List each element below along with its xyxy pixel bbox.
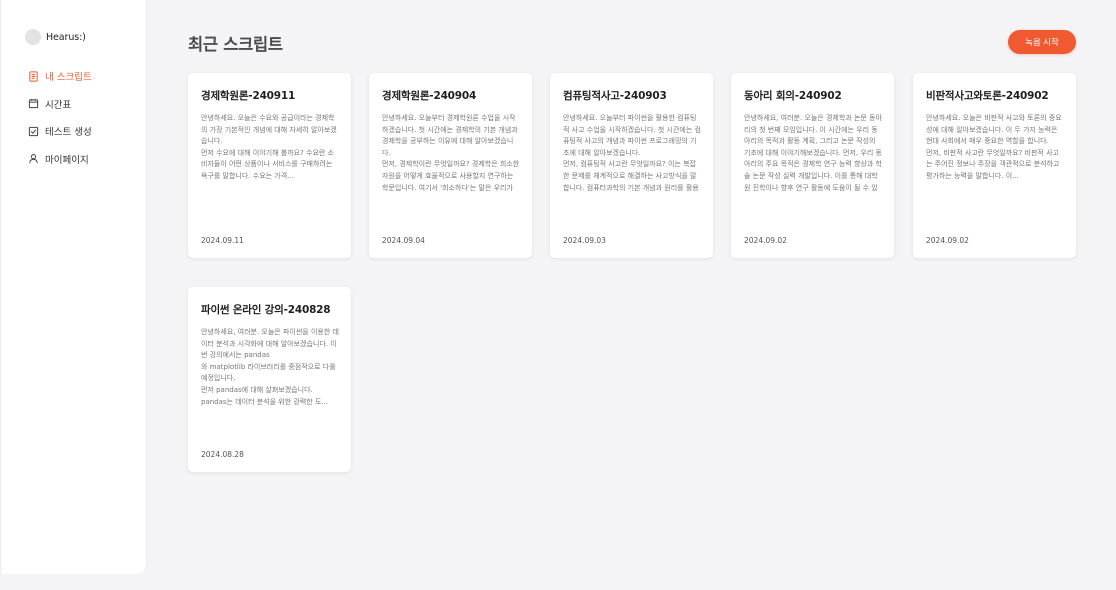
page-title: 최근 스크립트 [188,35,283,54]
script-card[interactable]: 비판적사고와토론-240902 안녕하세요. 오늘은 비판적 사고와 토론의 중… [913,73,1076,258]
sidebar-item-label: 시간표 [45,99,72,111]
card-date: 2024.09.02 [926,236,969,245]
card-title: 컴퓨팅적사고-240903 [563,90,667,102]
card-date: 2024.09.11 [201,236,244,245]
sidebar-item-mypage[interactable]: 마이페이지 [27,151,92,167]
script-card[interactable]: 동아리 회의-240902 안녕하세요, 여러분. 오늘은 경제학과 논문 동아… [731,73,894,258]
script-icon [27,70,39,82]
card-title: 경제학원론-240904 [382,90,477,102]
profile-name: Hearus:) [46,31,86,43]
card-preview: 안녕하세요. 오늘부터 파이썬을 활용한 컴퓨팅적 사고 수업을 시작하겠습니다… [563,114,701,192]
record-start-button[interactable]: 녹음 시작 [1008,30,1076,54]
sidebar-item-label: 테스트 생성 [45,127,92,138]
card-preview: 안녕하세요, 여러분. 오늘은 경제학과 논문 동아리의 첫 번째 모임입니다.… [744,114,882,192]
script-card[interactable]: 컴퓨팅적사고-240903 안녕하세요. 오늘부터 파이썬을 활용한 컴퓨팅적 … [550,73,713,258]
app-window: Hearus:) 내 스크립트 시간표 테스트 생성 마이페이지 최근 스크립트… [0,0,1116,590]
sidebar-item-label: 내 스크립트 [45,72,92,83]
calendar-icon [27,98,39,110]
sidebar-item-test-generation[interactable]: 테스트 생성 [27,123,92,139]
checkbox-icon [27,125,39,137]
card-date: 2024.09.03 [563,236,606,245]
card-title: 경제학원론-240911 [201,90,296,102]
sidebar-nav: 내 스크립트 시간표 테스트 생성 마이페이지 [27,68,92,178]
card-date: 2024.09.04 [382,236,425,245]
script-card[interactable]: 경제학원론-240911 안녕하세요. 오늘은 수요와 공급이라는 경제학의 가… [188,73,351,258]
sidebar: Hearus:) 내 스크립트 시간표 테스트 생성 마이페이지 [0,0,147,574]
sidebar-item-timetable[interactable]: 시간표 [27,96,92,112]
card-preview: 안녕하세요. 오늘은 수요와 공급이라는 경제학의 가장 기본적인 개념에 대해… [201,114,337,180]
script-card[interactable]: 파이썬 온라인 강의-240828 안녕하세요, 여러분. 오늘은 파이썬을 이… [188,287,351,472]
card-date: 2024.08.28 [201,450,244,459]
card-preview: 안녕하세요. 오늘은 비판적 사고와 토론의 중요성에 대해 알아보겠습니다. … [926,114,1062,180]
card-preview: 안녕하세요. 오늘부터 경제학원론 수업을 시작하겠습니다. 첫 시간에는 경제… [382,114,520,192]
sidebar-item-label: 마이페이지 [45,154,89,166]
sidebar-item-my-scripts[interactable]: 내 스크립트 [27,68,92,84]
card-preview: 안녕하세요, 여러분. 오늘은 파이썬을 이용한 데이터 분석과 시각화에 대해… [201,328,339,406]
card-title: 동아리 회의-240902 [744,90,842,102]
avatar [25,29,41,45]
card-title: 파이썬 온라인 강의-240828 [201,304,331,316]
main-content: 최근 스크립트 녹음 시작 경제학원론-240911 안녕하세요. 오늘은 수요… [147,0,1116,590]
profile[interactable]: Hearus:) [25,29,86,45]
card-title: 비판적사고와토론-240902 [926,90,1049,102]
script-card[interactable]: 경제학원론-240904 안녕하세요. 오늘부터 경제학원론 수업을 시작하겠습… [369,73,532,258]
user-icon [27,153,39,165]
card-date: 2024.09.02 [744,236,787,245]
